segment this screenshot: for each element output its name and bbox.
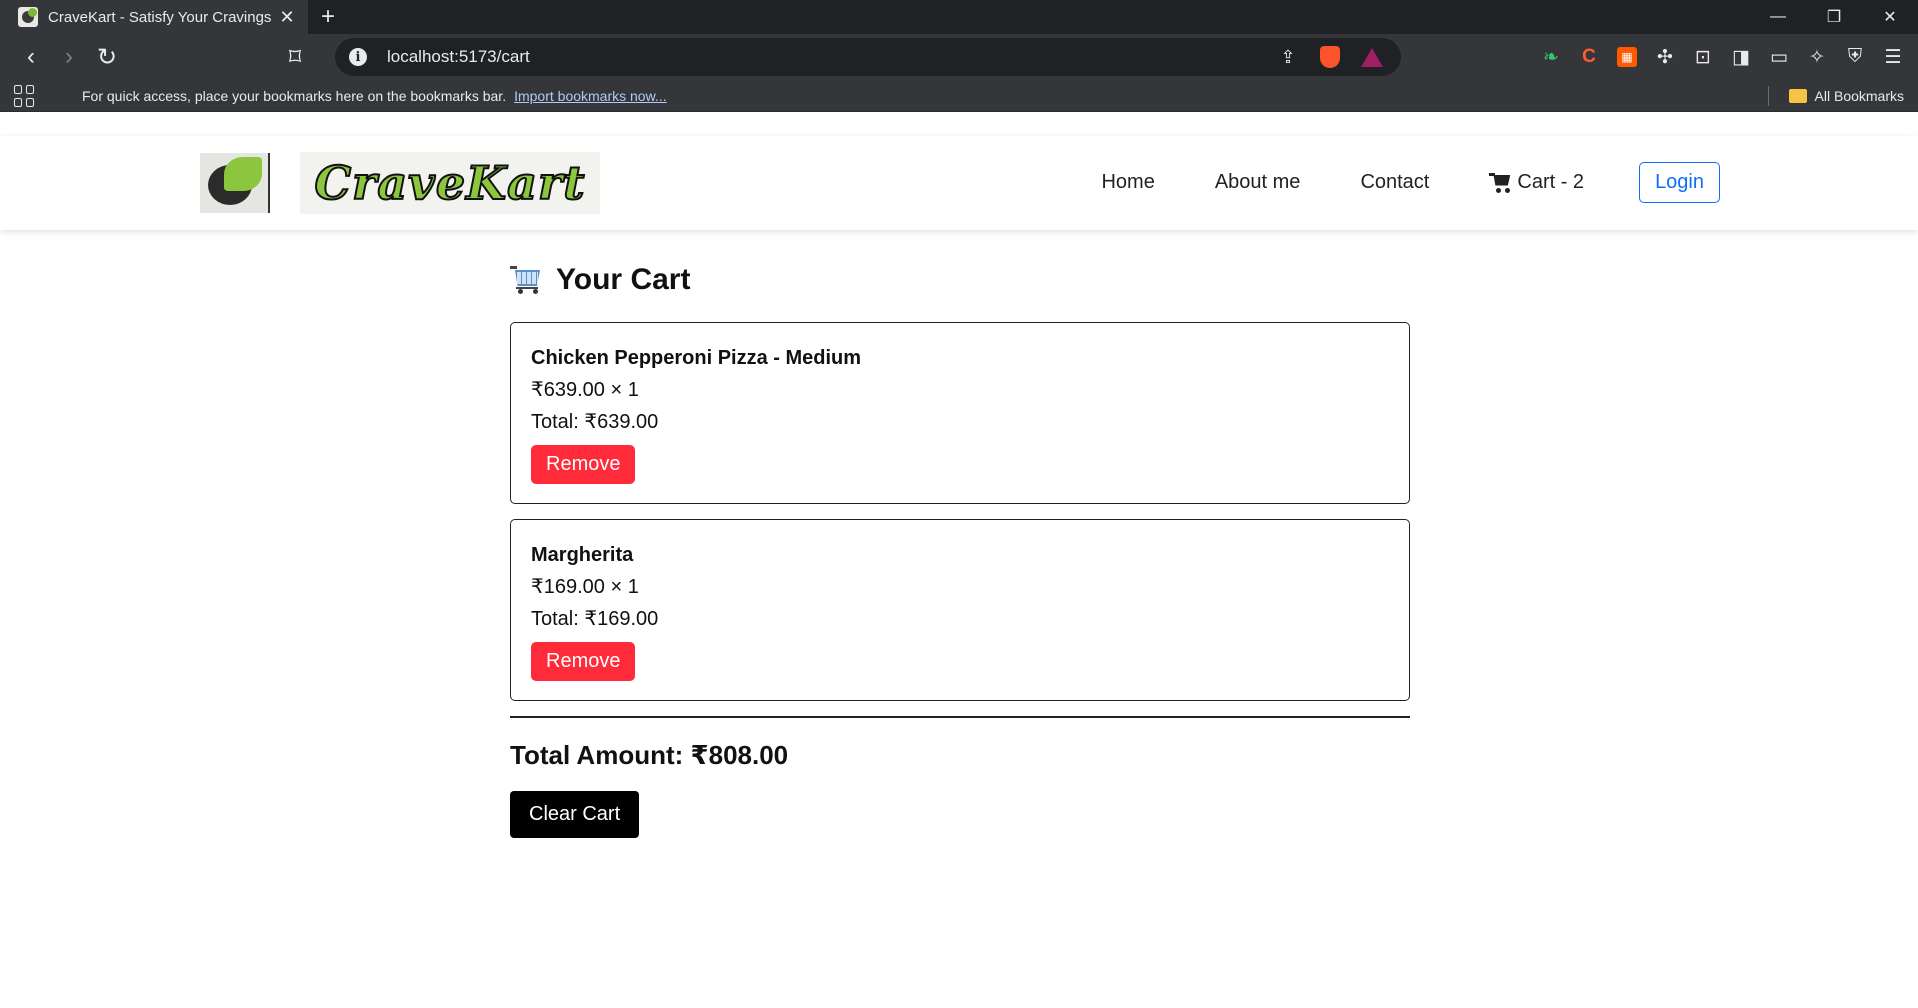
back-icon[interactable]: ‹ bbox=[12, 38, 50, 76]
sidebar-icon[interactable]: ◨ bbox=[1726, 42, 1756, 72]
minimize-icon[interactable]: — bbox=[1750, 0, 1806, 34]
cart-item-name: Chicken Pepperoni Pizza - Medium bbox=[531, 347, 862, 369]
extensions-area: ❧ C ▦ ✣ ⊡ ◨ ▭ ✧ ⛨ ☰ bbox=[1536, 42, 1908, 72]
import-bookmarks-link[interactable]: Import bookmarks now... bbox=[514, 88, 667, 104]
cart-item-price-qty: ₹639.00 × 1 bbox=[531, 379, 639, 401]
reload-icon[interactable]: ↻ bbox=[88, 38, 126, 76]
extension-leaf-icon[interactable]: ❧ bbox=[1536, 42, 1566, 72]
cart-section: Your Cart Chicken Pepperoni Pizza - Medi… bbox=[510, 260, 1410, 838]
bookmark-icon[interactable]: ⌑ bbox=[276, 38, 314, 76]
browser-tab[interactable]: CraveKart - Satisfy Your Cravings ✕ bbox=[0, 0, 308, 34]
plate-logo-icon[interactable] bbox=[200, 153, 270, 213]
bookmarks-divider bbox=[1767, 85, 1769, 106]
browser-toolbar: ‹ › ↻ ⌑ i localhost:5173/cart ⇪ ❧ C ▦ ✣ … bbox=[0, 34, 1918, 80]
site-favicon-icon bbox=[18, 7, 38, 27]
cart-heading: Your Cart bbox=[510, 260, 1410, 300]
nav-link-about[interactable]: About me bbox=[1215, 171, 1301, 194]
all-bookmarks-label: All Bookmarks bbox=[1814, 87, 1904, 104]
menu-icon[interactable]: ☰ bbox=[1878, 42, 1908, 72]
cart-item: Chicken Pepperoni Pizza - Medium ₹639.00… bbox=[510, 322, 1410, 504]
brave-shields-icon[interactable] bbox=[1315, 42, 1345, 72]
remove-item-button[interactable]: Remove bbox=[531, 642, 636, 681]
cart-count-label: Cart - 2 bbox=[1517, 171, 1585, 193]
login-button[interactable]: Login bbox=[1639, 162, 1720, 203]
close-tab-icon[interactable]: ✕ bbox=[276, 6, 298, 28]
shopping-cart-icon bbox=[510, 266, 542, 294]
cart-title: Your Cart bbox=[556, 263, 691, 296]
extension-grid-icon[interactable]: ▦ bbox=[1617, 47, 1637, 67]
all-bookmarks-button[interactable]: All Bookmarks bbox=[1767, 85, 1904, 106]
brand-logo[interactable]: CraveKart bbox=[300, 152, 600, 214]
folder-icon bbox=[1788, 88, 1807, 103]
remove-item-button[interactable]: Remove bbox=[531, 445, 636, 484]
wallet-icon[interactable]: ▭ bbox=[1764, 42, 1794, 72]
cart-total-amount: Total Amount: ₹808.00 bbox=[510, 740, 789, 770]
divider bbox=[510, 716, 1410, 718]
restore-icon[interactable]: ❐ bbox=[1806, 0, 1862, 34]
close-window-icon[interactable]: ✕ bbox=[1862, 0, 1918, 34]
cart-item: Margherita ₹169.00 × 1 Total: ₹169.00 Re… bbox=[510, 519, 1410, 701]
nav-link-cart[interactable]: Cart - 2 bbox=[1489, 171, 1584, 194]
share-icon[interactable]: ⇪ bbox=[1273, 42, 1303, 72]
cart-item-total: Total: ₹639.00 bbox=[531, 411, 659, 433]
cart-items-list: Chicken Pepperoni Pizza - Medium ₹639.00… bbox=[510, 322, 1410, 701]
cart-item-name: Margherita bbox=[531, 544, 634, 566]
page-content: CraveKart Home About me Contact Cart - 2… bbox=[0, 136, 1918, 1008]
leo-ai-icon[interactable]: ✧ bbox=[1802, 42, 1832, 72]
reader-mode-icon[interactable]: ⊡ bbox=[1688, 42, 1718, 72]
vpn-shield-icon[interactable]: ⛨ bbox=[1840, 42, 1870, 72]
forward-icon[interactable]: › bbox=[50, 38, 88, 76]
browser-tab-strip: CraveKart - Satisfy Your Cravings ✕ + — … bbox=[0, 0, 1918, 34]
site-info-icon[interactable]: i bbox=[349, 48, 367, 66]
nav-links: Home About me Contact Cart - 2 Login bbox=[1041, 162, 1720, 203]
site-navbar: CraveKart Home About me Contact Cart - 2… bbox=[0, 136, 1918, 230]
cart-item-price-qty: ₹169.00 × 1 bbox=[531, 576, 639, 598]
brave-rewards-icon[interactable] bbox=[1357, 42, 1387, 72]
clear-cart-button[interactable]: Clear Cart bbox=[510, 791, 640, 838]
new-tab-button[interactable]: + bbox=[308, 0, 348, 34]
bookmarks-message: For quick access, place your bookmarks h… bbox=[82, 87, 507, 104]
window-controls: — ❐ ✕ bbox=[1750, 0, 1918, 34]
tab-title: CraveKart - Satisfy Your Cravings bbox=[48, 8, 272, 26]
bookmarks-bar: For quick access, place your bookmarks h… bbox=[0, 80, 1918, 112]
cart-icon bbox=[1489, 172, 1511, 193]
nav-link-home[interactable]: Home bbox=[1101, 171, 1154, 194]
address-bar[interactable]: i localhost:5173/cart ⇪ bbox=[335, 38, 1401, 76]
nav-link-contact[interactable]: Contact bbox=[1360, 171, 1429, 194]
extension-c-icon[interactable]: C bbox=[1574, 42, 1604, 72]
url-text[interactable]: localhost:5173/cart bbox=[387, 47, 1261, 67]
extensions-puzzle-icon[interactable]: ✣ bbox=[1650, 42, 1680, 72]
brand-logo-text: CraveKart bbox=[314, 155, 586, 211]
cart-item-total: Total: ₹169.00 bbox=[531, 608, 659, 630]
apps-grid-icon[interactable] bbox=[14, 84, 36, 107]
